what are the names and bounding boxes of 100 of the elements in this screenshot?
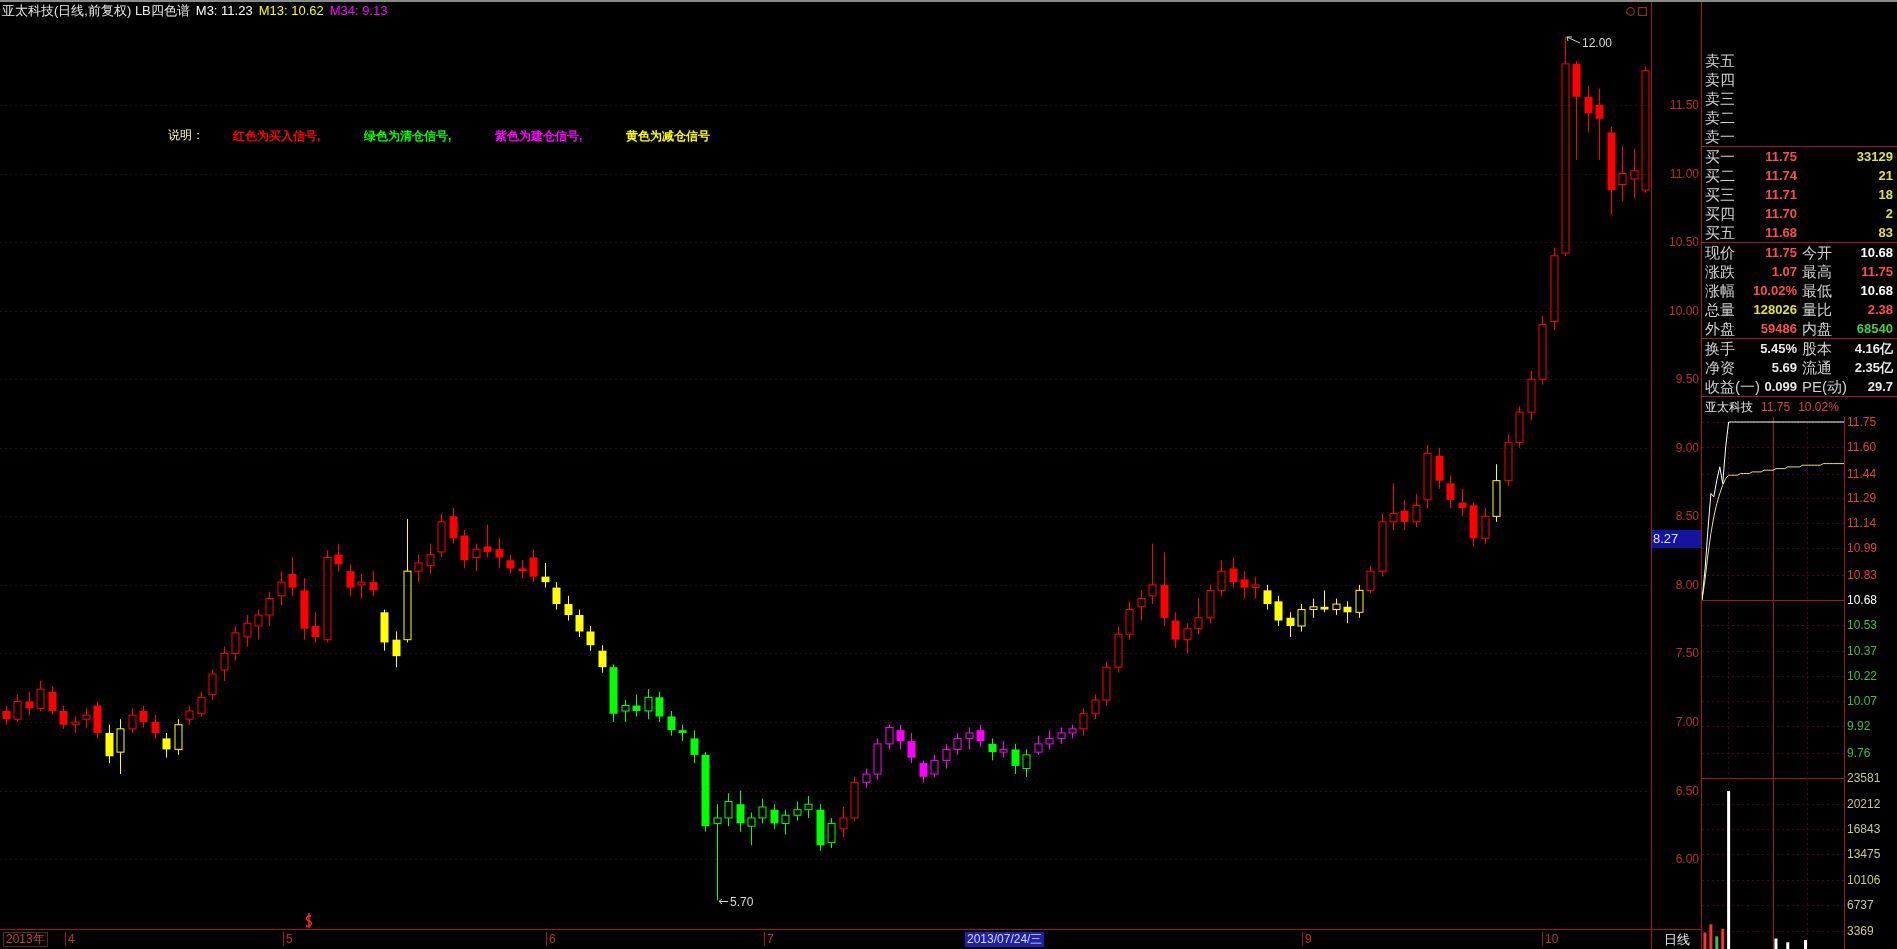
- stat-value: 4.16亿: [1854, 340, 1893, 358]
- order-price: 11.70: [1765, 205, 1797, 223]
- legend-label: 红色为买入信号,: [233, 129, 321, 143]
- stat-value: 10.68: [1860, 282, 1893, 300]
- indicator-value: M34: 9.13: [329, 3, 388, 19]
- month-label: 10: [1542, 932, 1559, 946]
- stat-label: 量比: [1802, 300, 1832, 319]
- year-label: 2013年: [3, 932, 48, 947]
- axis-label: 10.99: [1847, 541, 1878, 555]
- price-annotation: 12.00: [1582, 36, 1613, 50]
- stat-label: 外盘: [1705, 319, 1735, 338]
- volume-axis-label: 16843: [1847, 822, 1881, 836]
- axis-label: 11.75: [1847, 415, 1877, 429]
- stat-label: 内盘: [1802, 319, 1832, 338]
- stat-value: 59486: [1760, 320, 1797, 338]
- axis-label: 9.76: [1847, 746, 1871, 760]
- volume-axis-label: 3369: [1847, 924, 1874, 938]
- order-label: 卖五: [1705, 51, 1735, 70]
- stat-label: 收益(一): [1705, 377, 1760, 396]
- order-price: 11.74: [1765, 167, 1797, 185]
- stat-value: 128026: [1753, 301, 1797, 319]
- axis-label: 11.00: [1669, 167, 1699, 181]
- axis-label: 10.22: [1847, 669, 1878, 683]
- stat-value: 11.75: [1765, 244, 1797, 262]
- axis-label: 11.29: [1847, 491, 1877, 505]
- stat-label: 现价: [1705, 243, 1735, 262]
- order-label: 买五: [1705, 223, 1735, 242]
- legend-title: 说明：: [168, 128, 205, 142]
- axis-label: 7.00: [1675, 715, 1699, 729]
- order-label: 卖一: [1705, 127, 1735, 146]
- axis-label: 10.50: [1668, 235, 1699, 249]
- order-price: 11.68: [1765, 224, 1797, 242]
- stat-value: 5.45%: [1760, 340, 1797, 358]
- axis-label: 11.14: [1847, 516, 1877, 530]
- legend-label: 黄色为减仓信号: [626, 129, 710, 143]
- axis-label: 11.50: [1669, 98, 1699, 112]
- month-label: 7: [764, 932, 774, 946]
- month-label: 9: [1302, 932, 1312, 946]
- axis-label: 6.50: [1675, 784, 1699, 798]
- volume-axis-label: 6737: [1847, 898, 1874, 912]
- stat-label: 最低: [1802, 281, 1832, 300]
- stat-label: 涨幅: [1705, 281, 1735, 300]
- stat-value: 2.35亿: [1854, 359, 1893, 377]
- axis-label: 7.50: [1675, 646, 1699, 660]
- order-price: 11.71: [1765, 186, 1797, 204]
- stat-value: 10.02%: [1752, 282, 1797, 300]
- month-label: 4: [65, 932, 75, 946]
- stat-label: 净资: [1705, 358, 1735, 377]
- volume-axis-label: 10106: [1847, 873, 1881, 887]
- axis-label: 8.00: [1675, 578, 1699, 592]
- order-label: 卖二: [1705, 108, 1735, 127]
- order-volume: 83: [1878, 224, 1893, 242]
- stat-value: 11.75: [1861, 263, 1893, 281]
- axis-label: 9.00: [1675, 441, 1699, 455]
- axis-label: 10.37: [1847, 644, 1878, 658]
- order-volume: 18: [1878, 186, 1893, 204]
- stat-value: 10.68: [1860, 244, 1893, 262]
- order-label: 买三: [1705, 185, 1735, 204]
- stat-value: 5.69: [1771, 359, 1797, 377]
- stat-label: 总量: [1705, 300, 1735, 319]
- axis-label: 11.44: [1847, 467, 1877, 481]
- intraday-price: 11.75: [1761, 400, 1791, 414]
- stat-value: 0.099: [1764, 378, 1797, 396]
- stat-value: 68540: [1856, 320, 1893, 338]
- axis-label: 10.53: [1847, 618, 1878, 632]
- intraday-change: 10.02%: [1798, 400, 1839, 414]
- order-label: 买四: [1705, 204, 1735, 223]
- stat-label: 流通: [1802, 358, 1832, 377]
- indicator-value: M13: 10.62: [258, 3, 324, 19]
- legend-label: 紫色为建仓信号,: [495, 129, 583, 143]
- order-volume: 21: [1878, 167, 1893, 185]
- stock-name: 亚太科技: [1705, 400, 1753, 414]
- volume-axis-label: 20212: [1847, 797, 1881, 811]
- cursor-price-label: 8.27: [1652, 530, 1701, 548]
- stat-value: 2.38: [1867, 301, 1893, 319]
- axis-label: 10.00: [1668, 304, 1699, 318]
- axis-label: 11.60: [1847, 440, 1877, 454]
- order-label: 卖四: [1705, 70, 1735, 89]
- volume-axis-label: 13475: [1847, 847, 1881, 861]
- axis-label: 9.50: [1675, 372, 1699, 386]
- month-label: 6: [546, 932, 556, 946]
- period-label: 日线: [1663, 931, 1690, 948]
- stat-label: PE(动): [1802, 377, 1847, 396]
- stat-label: 换手: [1705, 339, 1735, 358]
- order-volume: 2: [1885, 205, 1893, 223]
- indicator-value: M3: 11.23: [195, 3, 253, 19]
- axis-label: 10.68: [1847, 593, 1878, 607]
- axis-label: 6.00: [1675, 852, 1699, 866]
- order-volume: 33129: [1856, 148, 1893, 166]
- stat-label: 涨跌: [1705, 262, 1735, 281]
- stat-value: 1.07: [1771, 263, 1797, 281]
- axis-label: 10.07: [1847, 694, 1878, 708]
- order-label: 卖三: [1705, 89, 1735, 108]
- cursor-date-label: 2013/07/24/三: [965, 932, 1045, 947]
- axis-label: 8.50: [1675, 509, 1699, 523]
- order-label: 买二: [1705, 166, 1735, 185]
- order-price: 11.75: [1765, 148, 1797, 166]
- stat-value: 29.7: [1867, 378, 1893, 396]
- axis-label: 9.92: [1847, 719, 1871, 733]
- stat-label: 最高: [1802, 262, 1832, 281]
